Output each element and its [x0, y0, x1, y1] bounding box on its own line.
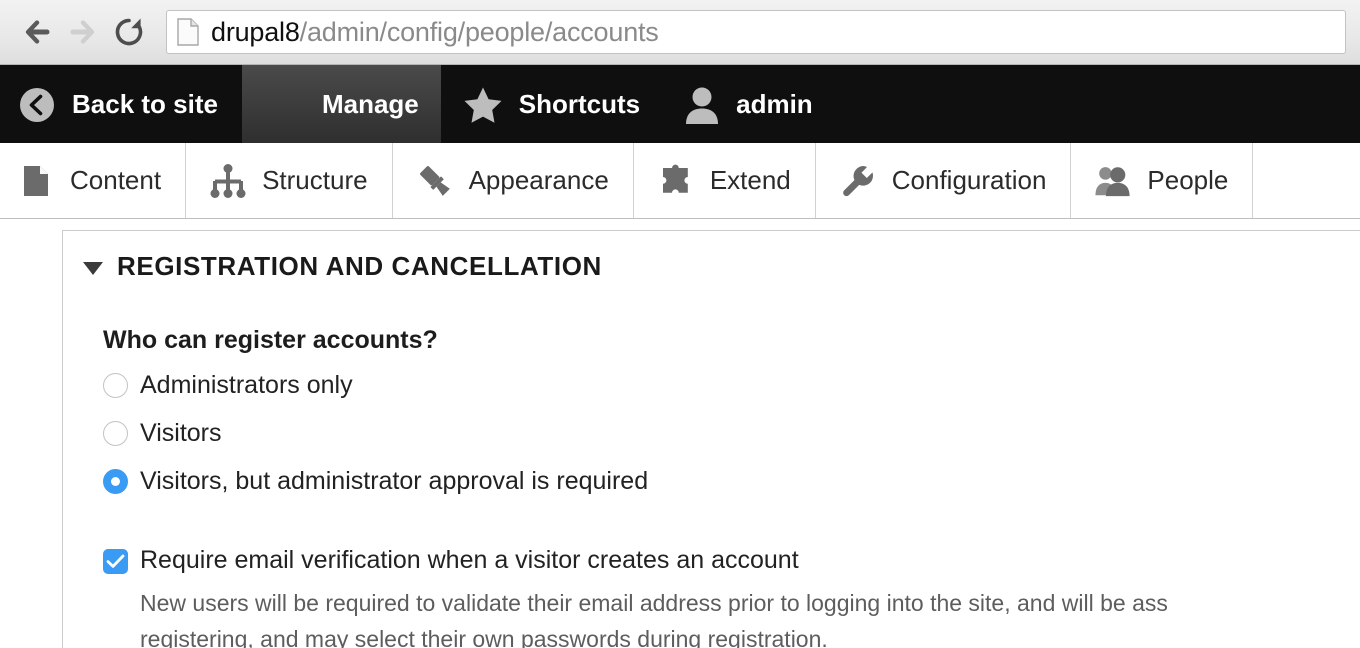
reload-button[interactable]	[106, 9, 152, 55]
details-title: REGISTRATION AND CANCELLATION	[117, 251, 602, 281]
radio-label: Visitors, but administrator approval is …	[140, 467, 649, 495]
browser-chrome: drupal8/admin/config/people/accounts	[0, 0, 1360, 65]
chevron-down-icon	[83, 262, 103, 275]
toolbar-item-manage[interactable]: Manage	[241, 65, 441, 144]
toolbar-label-user: admin	[736, 89, 813, 119]
url-domain: drupal8	[211, 16, 300, 47]
radio-option-visitors[interactable]: Visitors	[103, 413, 1360, 454]
document-icon	[18, 163, 54, 199]
menu-label-appearance: Appearance	[468, 165, 609, 195]
email-verification-group: Require email verification when a visito…	[103, 540, 1360, 648]
paintbrush-icon	[417, 163, 453, 199]
toolbar-label-manage: Manage	[321, 89, 419, 119]
admin-toolbar: Back to site Manage Shortcuts admin	[0, 65, 1360, 144]
toolbar-label-back-to-site: Back to site	[72, 89, 218, 119]
email-verification-description-line-1: New users will be required to validate t…	[140, 590, 1168, 616]
url-path: /admin/config/people/accounts	[299, 16, 659, 47]
email-verification-description-line-2: registering, and may select their own pa…	[140, 626, 828, 648]
puzzle-piece-icon	[658, 163, 694, 199]
admin-menu-bar: Content Structure Appearance Extend Conf…	[0, 143, 1360, 219]
toolbar-item-shortcuts[interactable]: Shortcuts	[441, 65, 662, 144]
toolbar-label-shortcuts: Shortcuts	[518, 89, 641, 119]
checkbox-checked-icon[interactable]	[103, 549, 128, 574]
radio-option-administrators-only[interactable]: Administrators only	[103, 365, 1360, 406]
registration-cancellation-details: REGISTRATION AND CANCELLATION Who can re…	[62, 230, 1360, 648]
radio-icon-selected[interactable]	[103, 469, 128, 494]
menu-item-content[interactable]: Content	[0, 143, 187, 218]
page-document-icon	[177, 18, 199, 46]
menu-item-appearance[interactable]: Appearance	[393, 143, 634, 218]
menu-item-extend[interactable]: Extend	[634, 143, 816, 218]
wrench-icon	[840, 163, 876, 199]
menu-item-people[interactable]: People	[1071, 143, 1254, 218]
radio-label: Visitors	[140, 419, 222, 447]
forward-button[interactable]	[60, 9, 106, 55]
who-can-register-label: Who can register accounts?	[103, 326, 438, 354]
url-bar[interactable]: drupal8/admin/config/people/accounts	[166, 10, 1346, 54]
person-icon	[684, 86, 720, 124]
forward-arrow-icon	[66, 15, 100, 49]
details-summary-toggle[interactable]: REGISTRATION AND CANCELLATION	[63, 251, 1360, 282]
back-button[interactable]	[14, 9, 60, 55]
checkbox-require-email-verification[interactable]: Require email verification when a visito…	[103, 540, 1360, 581]
sitemap-icon	[210, 163, 246, 199]
reload-icon	[112, 15, 146, 49]
menu-label-people: People	[1147, 165, 1229, 195]
radio-icon[interactable]	[103, 421, 128, 446]
hamburger-icon	[264, 96, 306, 114]
people-icon	[1095, 163, 1131, 199]
back-arrow-icon	[20, 15, 54, 49]
menu-item-structure[interactable]: Structure	[186, 143, 393, 218]
menu-label-configuration: Configuration	[891, 165, 1047, 195]
star-icon	[463, 86, 503, 124]
toolbar-item-back-to-site[interactable]: Back to site	[0, 65, 242, 144]
toolbar-item-user[interactable]: admin	[662, 65, 835, 144]
menu-item-configuration[interactable]: Configuration	[816, 143, 1072, 218]
menu-label-extend: Extend	[709, 165, 791, 195]
radio-label: Administrators only	[140, 371, 353, 399]
details-content: Who can register accounts? Administrator…	[63, 282, 1360, 648]
back-circle-icon	[18, 86, 56, 124]
page-content-area: REGISTRATION AND CANCELLATION Who can re…	[0, 219, 1360, 648]
menu-label-content: Content	[70, 165, 162, 195]
checkbox-label: Require email verification when a visito…	[140, 546, 799, 574]
menu-label-structure: Structure	[262, 165, 368, 195]
url-text: drupal8/admin/config/people/accounts	[211, 17, 659, 48]
radio-option-visitors-admin-approval[interactable]: Visitors, but administrator approval is …	[103, 461, 1360, 502]
radio-icon[interactable]	[103, 373, 128, 398]
